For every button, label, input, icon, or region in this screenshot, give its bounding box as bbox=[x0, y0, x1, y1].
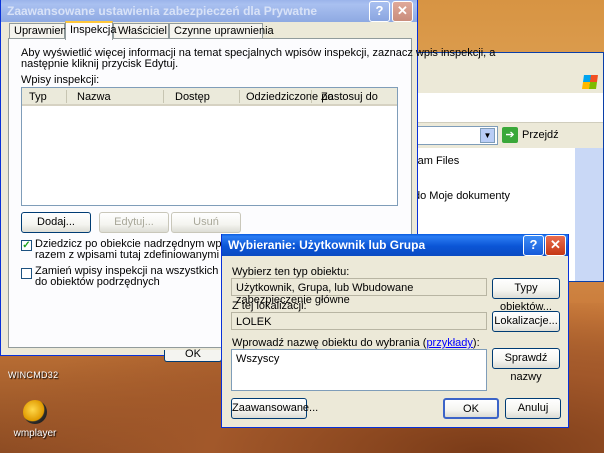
select-user-dialog: Wybieranie: Użytkownik lub Grupa ? ✕ Wyb… bbox=[221, 234, 569, 428]
explorer-address-bar: ▼ ➔ Przejdź bbox=[406, 122, 603, 148]
cancel-button[interactable]: Anuluj bbox=[505, 398, 561, 419]
wmplayer-icon bbox=[23, 400, 47, 424]
locations-button[interactable]: Lokalizacje... bbox=[492, 311, 560, 332]
help-icon[interactable]: ? bbox=[369, 1, 390, 22]
edit-button[interactable]: Edytuj... bbox=[99, 212, 169, 233]
inherit-label-line2: razem z wpisami tutaj zdefiniowanymi bbox=[35, 249, 220, 261]
info-text-line2: następnie kliknij przycisk Edytuj. bbox=[21, 58, 179, 70]
location-field: LOLEK bbox=[231, 312, 487, 330]
close-icon[interactable]: ✕ bbox=[392, 1, 413, 22]
replace-checkbox[interactable] bbox=[21, 268, 32, 279]
object-name-label: Wprowadź nazwę obiektu do wybrania (przy… bbox=[232, 337, 480, 349]
column-header-nazwa[interactable]: Nazwa bbox=[77, 91, 111, 103]
audit-entries-list[interactable]: Typ Nazwa Dostęp Odziedziczone po Zastos… bbox=[21, 87, 398, 206]
replace-label-line2: do obiektów podrzędnych bbox=[35, 276, 160, 288]
tab-wlasciciel[interactable]: Właściciel bbox=[113, 23, 169, 39]
entries-label: Wpisy inspekcji: bbox=[21, 74, 100, 86]
wmplayer-label: wmplayer bbox=[13, 428, 57, 439]
list-header: Typ Nazwa Dostęp Odziedziczone po Zastos… bbox=[22, 88, 397, 106]
desktop-icon-wmplayer[interactable]: wmplayer bbox=[10, 400, 60, 439]
tab-uprawnienia[interactable]: Uprawnienia bbox=[9, 23, 75, 39]
help-icon[interactable]: ? bbox=[523, 235, 544, 256]
explorer-menubar bbox=[406, 53, 603, 93]
close-icon[interactable]: ✕ bbox=[545, 235, 566, 256]
remove-button[interactable]: Usuń bbox=[171, 212, 241, 233]
column-header-dostep[interactable]: Dostęp bbox=[175, 91, 210, 103]
go-arrow-icon[interactable]: ➔ bbox=[502, 127, 518, 143]
object-name-input[interactable]: Wszyscy bbox=[231, 349, 487, 391]
explorer-side-panel bbox=[575, 148, 603, 281]
tab-czynne-uprawnienia[interactable]: Czynne uprawnienia bbox=[169, 23, 274, 39]
address-input[interactable]: ▼ bbox=[406, 126, 498, 145]
location-label: Z tej lokalizacji: bbox=[232, 300, 307, 312]
address-dropdown-icon[interactable]: ▼ bbox=[480, 128, 495, 143]
adv-title: Zaawansowane ustawienia zabezpieczeń dla… bbox=[7, 4, 318, 18]
ok-button[interactable]: OK bbox=[443, 398, 499, 419]
windows-logo-icon bbox=[582, 75, 598, 89]
inherit-checkbox[interactable]: ✓ bbox=[21, 240, 32, 251]
go-button-label[interactable]: Przejdź bbox=[522, 129, 559, 141]
column-header-zastosuj[interactable]: Zastosuj do bbox=[321, 91, 378, 103]
add-button[interactable]: Dodaj... bbox=[21, 212, 91, 233]
object-type-field: Użytkownik, Grupa, lub Wbudowane zabezpi… bbox=[231, 278, 487, 306]
object-type-label: Wybierz ten typ obiektu: bbox=[232, 266, 350, 278]
examples-link[interactable]: przykłady bbox=[426, 337, 472, 349]
select-title: Wybieranie: Użytkownik lub Grupa bbox=[228, 238, 426, 252]
check-names-button[interactable]: Sprawdź nazwy bbox=[492, 348, 560, 383]
column-header-typ[interactable]: Typ bbox=[29, 91, 47, 103]
tab-inspekcja[interactable]: Inspekcja bbox=[65, 21, 116, 40]
advanced-button[interactable]: Zaawansowane... bbox=[231, 398, 318, 419]
desktop-icon-label-partial: WINCMD32 bbox=[8, 370, 59, 380]
select-titlebar: Wybieranie: Użytkownik lub Grupa ? ✕ bbox=[222, 234, 568, 256]
adv-ok-button[interactable]: OK bbox=[164, 349, 222, 362]
explorer-list-item[interactable]: do Moje dokumenty bbox=[414, 190, 510, 202]
adv-titlebar: Zaawansowane ustawienia zabezpieczeń dla… bbox=[1, 0, 417, 22]
explorer-list-item[interactable]: ram Files bbox=[414, 155, 459, 167]
object-types-button[interactable]: Typy obiektów... bbox=[492, 278, 560, 313]
